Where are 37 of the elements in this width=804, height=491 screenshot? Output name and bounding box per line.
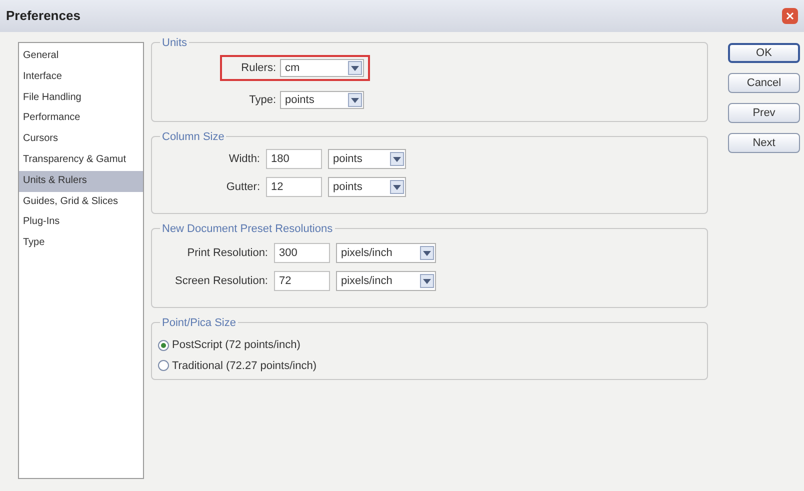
sidebar-item[interactable]: File Handling [19,88,143,108]
units-dropdown[interactable]: points [280,91,364,109]
field-label: Type: [248,92,276,108]
unit-dropdown[interactable]: points [328,149,406,169]
unit-dropdown[interactable]: points [328,177,406,197]
window-title: Preferences [6,7,80,26]
sidebar-item[interactable]: Units & Rulers [19,170,143,192]
radio-button[interactable] [158,360,169,372]
radio-label: PostScript (72 points/inch) [172,338,300,353]
field-label: Gutter: [225,180,260,195]
dialog-button[interactable]: Prev [728,103,800,123]
units-dropdown[interactable]: cm [280,59,364,77]
dialog-button[interactable]: Next [728,133,800,153]
sidebar-item[interactable]: Transparency & Gamut [19,150,143,171]
input-field[interactable]: 12 [266,177,322,197]
unit-dropdown[interactable]: pixels/inch [336,243,436,263]
field-label: Screen Resolution: [174,274,268,289]
field-label: Width: [228,152,260,167]
sidebar-item[interactable]: Type [19,233,143,254]
sidebar-item[interactable]: Plug-Ins [19,212,143,234]
sidebar-item[interactable]: Cursors [19,129,143,150]
close-button[interactable] [782,8,798,24]
sidebar-item[interactable]: Performance [19,108,143,130]
dialog-button[interactable]: Cancel [728,73,800,93]
input-field[interactable]: 180 [266,149,322,169]
dialog-button[interactable]: OK [728,43,800,63]
sidebar-item[interactable]: Guides, Grid & Slices [19,192,143,212]
sidebar-item[interactable]: Interface [19,66,143,88]
input-field[interactable]: 72 [274,271,330,291]
sidebar-item[interactable]: General [19,46,143,67]
radio-label: Traditional (72.27 points/inch) [172,358,317,374]
field-label: Rulers: [240,60,276,76]
radio-button[interactable] [158,340,169,351]
unit-dropdown[interactable]: pixels/inch [336,271,436,291]
close-icon [786,12,794,20]
field-label: Print Resolution: [186,246,268,261]
input-field[interactable]: 300 [274,243,330,263]
